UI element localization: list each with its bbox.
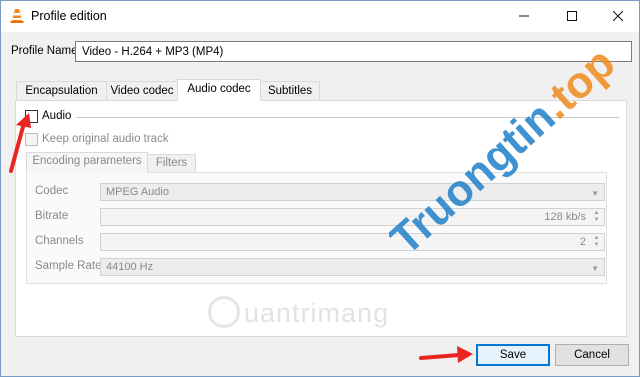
sample-rate-value: 44100 Hz <box>106 261 154 273</box>
channels-row: Channels 2 ▲ ▼ <box>27 233 608 251</box>
encoding-parameters-panel: Codec MPEG Audio ▼ Bitrate 128 kb/s ▲ ▼ C… <box>26 172 607 284</box>
maximize-button[interactable] <box>549 1 595 31</box>
window-title: Profile edition <box>31 9 107 23</box>
close-icon <box>613 11 623 21</box>
sample-rate-label: Sample Rate <box>35 260 102 272</box>
chevron-down-icon: ▼ <box>591 189 599 198</box>
audio-group-header: Audio <box>23 109 619 125</box>
audio-checkbox-label[interactable]: Audio <box>42 110 71 122</box>
channels-label: Channels <box>35 235 84 247</box>
spin-arrows-icon[interactable]: ▲ ▼ <box>591 210 602 224</box>
tab-filters[interactable]: Filters <box>147 154 196 173</box>
tab-subtitles[interactable]: Subtitles <box>260 81 320 101</box>
audio-codec-panel: Audio Keep original audio track Encoding… <box>15 100 627 337</box>
minimize-button[interactable] <box>501 1 547 31</box>
profile-name-input[interactable] <box>75 41 632 62</box>
tab-encoding-parameters[interactable]: Encoding parameters <box>26 152 148 173</box>
annotation-arrow-icon <box>419 346 473 363</box>
sample-rate-select[interactable]: 44100 Hz ▼ <box>100 258 605 276</box>
codec-value: MPEG Audio <box>106 186 169 198</box>
channels-value: 2 <box>579 236 586 248</box>
spin-arrows-icon[interactable]: ▲ ▼ <box>591 235 602 249</box>
close-button[interactable] <box>595 1 640 31</box>
profile-edition-window: Profile edition Profile Name Encapsulati… <box>0 0 640 377</box>
bitrate-spinbox[interactable]: 128 kb/s ▲ ▼ <box>100 208 605 226</box>
maximize-icon <box>567 11 577 21</box>
chevron-down-icon: ▼ <box>591 264 599 273</box>
cancel-button[interactable]: Cancel <box>555 344 629 366</box>
tab-encapsulation[interactable]: Encapsulation <box>16 81 107 101</box>
sample-rate-row: Sample Rate 44100 Hz ▼ <box>27 258 608 276</box>
channels-spinbox[interactable]: 2 ▲ ▼ <box>100 233 605 251</box>
save-button[interactable]: Save <box>476 344 550 366</box>
tab-video-codec[interactable]: Video codec <box>106 81 178 101</box>
profile-name-label: Profile Name <box>11 45 78 57</box>
profile-name-row: Profile Name <box>11 41 632 63</box>
group-divider <box>76 117 619 118</box>
keep-original-label[interactable]: Keep original audio track <box>42 133 169 145</box>
vlc-cone-icon <box>10 9 24 23</box>
codec-row: Codec MPEG Audio ▼ <box>27 183 608 201</box>
bitrate-value: 128 kb/s <box>544 211 586 223</box>
codec-label: Codec <box>35 185 69 197</box>
bitrate-row: Bitrate 128 kb/s ▲ ▼ <box>27 208 608 226</box>
bitrate-label: Bitrate <box>35 210 69 222</box>
title-bar: Profile edition <box>1 1 639 32</box>
tab-audio-codec[interactable]: Audio codec <box>177 79 261 101</box>
minimize-icon <box>519 15 529 17</box>
codec-select[interactable]: MPEG Audio ▼ <box>100 183 605 201</box>
